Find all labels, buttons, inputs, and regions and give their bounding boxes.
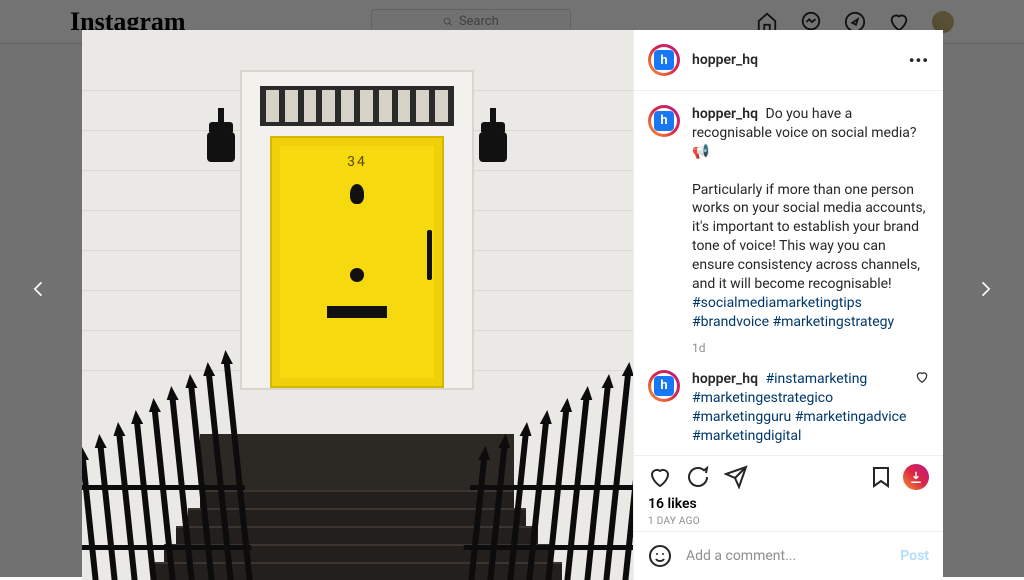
post-header: h hopper_hq ••• xyxy=(634,30,943,91)
post-comment-button[interactable]: Post xyxy=(900,548,929,564)
heart-outline-icon xyxy=(915,370,929,384)
add-comment: Post xyxy=(634,531,943,580)
comment-button[interactable] xyxy=(686,465,710,489)
door-artwork: 34 xyxy=(270,136,444,388)
comment-input[interactable] xyxy=(686,548,900,564)
emoji-icon[interactable] xyxy=(648,544,672,568)
prev-button[interactable] xyxy=(24,274,54,304)
save-button[interactable] xyxy=(869,465,893,489)
post-image[interactable]: 34 xyxy=(82,30,633,580)
door-number: 34 xyxy=(272,154,442,170)
fence-right xyxy=(460,340,633,580)
comment-avatar[interactable]: h xyxy=(648,370,680,402)
more-options-button[interactable]: ••• xyxy=(909,51,929,70)
post-actions: 16 likes 1 DAY AGO xyxy=(634,455,943,531)
caption-avatar[interactable]: h xyxy=(648,105,680,137)
chevron-left-icon xyxy=(29,279,49,299)
download-icon xyxy=(909,470,923,484)
post-time: 1 DAY AGO xyxy=(648,516,929,527)
download-badge[interactable] xyxy=(903,464,929,490)
caption-hashtags[interactable]: #socialmediamarketingtips #brandvoice #m… xyxy=(692,295,894,330)
author-avatar[interactable]: h xyxy=(648,44,680,76)
chevron-right-icon xyxy=(975,279,995,299)
post-body: h hopper_hq Do you have a recognisable v… xyxy=(634,91,943,455)
likes-count[interactable]: 16 likes xyxy=(648,496,929,512)
fence-left xyxy=(82,340,255,580)
comment-username[interactable]: hopper_hq xyxy=(692,371,758,387)
comment-like-button[interactable] xyxy=(915,370,929,446)
next-button[interactable] xyxy=(970,274,1000,304)
caption: h hopper_hq Do you have a recognisable v… xyxy=(648,105,929,332)
like-button[interactable] xyxy=(648,465,672,489)
caption-body: Particularly if more than one person wor… xyxy=(692,182,925,292)
caption-time: 1d xyxy=(692,340,929,356)
post-modal: 34 h hopper_hq ••• h hopper_hq Do you ha… xyxy=(82,30,943,580)
author-username[interactable]: hopper_hq xyxy=(692,52,758,68)
comment: h hopper_hq #instamarketing #marketinges… xyxy=(648,370,929,446)
caption-username[interactable]: hopper_hq xyxy=(692,106,758,122)
share-button[interactable] xyxy=(724,465,748,489)
post-panel: h hopper_hq ••• h hopper_hq Do you have … xyxy=(633,30,943,580)
